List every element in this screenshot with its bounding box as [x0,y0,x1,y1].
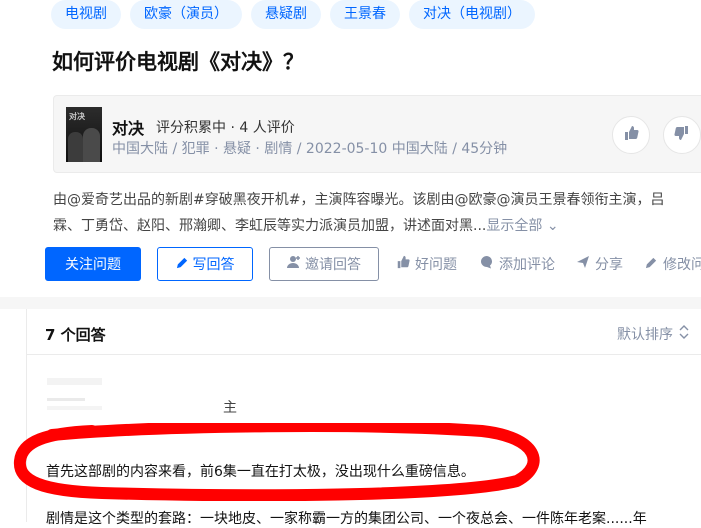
good-question-label: 好问题 [415,257,457,273]
show-all-label: 显示全部 [486,218,543,234]
pencil-icon [176,256,189,273]
invite-answer-label: 邀请回答 [305,257,361,273]
invite-answer-button[interactable]: 邀请回答 [269,247,379,281]
question-title: 如何评价电视剧《对决》？ [52,50,304,74]
show-card[interactable]: 对决 对决 评分积累中 · 4 人评价 中国大陆 / 犯罪 · 悬疑 · 剧情 … [53,95,701,173]
topic-tag[interactable]: 欧豪（演员） [130,0,242,29]
edit-question-label: 修改问 [663,257,701,273]
description-text: 霖、丁勇岱、赵阳、邢瀚卿、李虹辰等实力派演员加盟，讲述面对黑... [53,218,487,234]
follow-question-label: 关注问题 [65,257,121,273]
answer-count: 7 个回答 [45,326,106,344]
question-description: 由@爱奇艺出品的新剧#穿破黑夜开机#，主演阵容曝光。该剧由@欧豪@演员王景春领衔… [53,187,701,239]
share-button[interactable]: 分享 [576,247,623,281]
sort-selector[interactable]: 默认排序 [617,324,689,344]
thumbs-up-icon [623,125,639,145]
blur-bar [47,406,102,410]
topic-tag[interactable]: 悬疑剧 [251,0,321,29]
blurred-author-info [47,372,102,412]
follow-question-button[interactable]: 关注问题 [45,247,141,281]
topic-tags: 电视剧 欧豪（演员） 悬疑剧 王景春 对决（电视剧） [51,0,535,29]
poster-image[interactable]: 对决 [66,107,102,162]
show-all-link[interactable]: 显示全部 ⌄ [486,218,558,234]
share-icon [576,255,590,273]
invite-user-icon [287,255,301,273]
write-answer-label: 写回答 [192,257,235,273]
show-title[interactable]: 对决 [112,115,144,139]
answer-text-line: 剧情是这个类型的套路：一块地皮、一家称霸一方的集团公司、一个夜总会、一件陈年老案… [46,511,647,527]
poster-figure [83,128,100,162]
section-divider [0,297,701,309]
add-comment-button[interactable]: 添加评论 [480,247,555,281]
topic-tag[interactable]: 对决（电视剧） [409,0,535,29]
blur-bar [47,378,102,385]
topic-tag[interactable]: 电视剧 [51,0,121,29]
add-comment-label: 添加评论 [499,257,555,273]
topic-tag[interactable]: 王景春 [330,0,400,29]
thumbs-up-icon [396,255,410,273]
write-answer-button[interactable]: 写回答 [157,247,253,281]
divider [27,354,701,355]
sort-arrows-icon [679,325,689,343]
sort-label: 默认排序 [617,327,673,343]
author-text-fragment: 主 [223,400,237,416]
chevron-down-icon: ⌄ [546,218,559,234]
description-line: 由@爱奇艺出品的新剧#穿破黑夜开机#，主演阵容曝光。该剧由@欧豪@演员王景春领衔… [53,192,665,208]
edit-question-button[interactable]: 修改问 [645,247,701,281]
downvote-button[interactable] [663,116,701,154]
rating-summary: 评分积累中 · 4 人评价 [156,120,295,136]
comment-icon [480,255,494,273]
poster-figure [68,132,83,162]
thumbs-down-icon [674,125,690,145]
answer-text-line: 首先这部剧的内容来看，前6集一直在打太极，没出现什么重磅信息。 [46,464,475,480]
poster-text: 对决 [69,112,85,121]
show-meta: 中国大陆 / 犯罪 · 悬疑 · 剧情 / 2022-05-10 中国大陆 / … [112,141,508,157]
share-label: 分享 [595,257,623,273]
description-line: 霖、丁勇岱、赵阳、邢瀚卿、李虹辰等实力派演员加盟，讲述面对黑...显示全部 ⌄ [53,213,701,239]
pencil-icon [645,256,658,273]
good-question-button[interactable]: 好问题 [396,247,457,281]
upvote-button[interactable] [612,116,650,154]
blur-bar [47,398,85,401]
answers-panel: 7 个回答 默认排序 主 首先这部剧的内容来看，前6集一直在打太极，没出现什么重… [26,309,701,527]
